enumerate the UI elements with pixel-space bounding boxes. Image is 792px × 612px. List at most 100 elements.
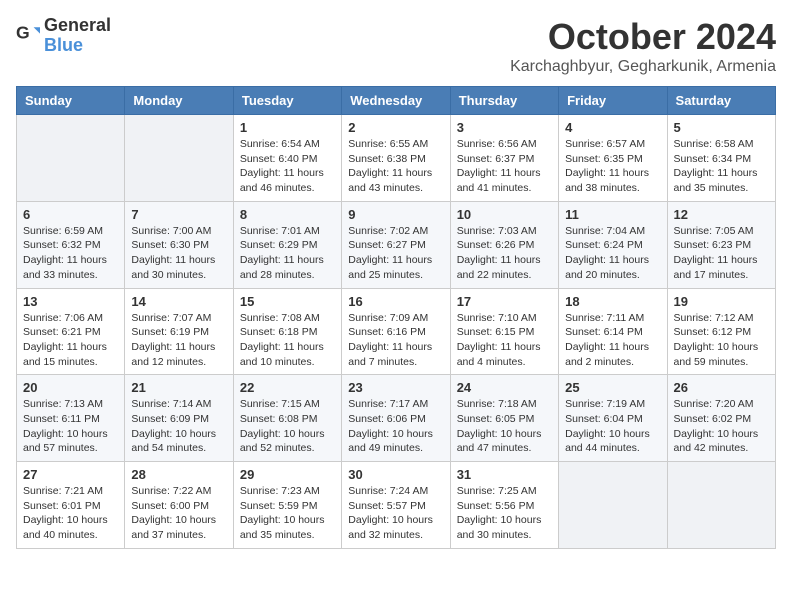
- day-number: 11: [565, 207, 660, 222]
- logo: G General Blue: [16, 16, 111, 56]
- day-info: Sunrise: 6:54 AM Sunset: 6:40 PM Dayligh…: [240, 137, 335, 196]
- calendar-cell: 9 Sunrise: 7:02 AM Sunset: 6:27 PM Daylig…: [342, 201, 450, 288]
- calendar-cell: 27Sunrise: 7:21 AM Sunset: 6:01 PM Dayli…: [17, 462, 125, 549]
- calendar-cell: 21 Sunrise: 7:14 AM Sunset: 6:09 PM Dayli…: [125, 375, 233, 462]
- weekday-header: Wednesday: [342, 87, 450, 115]
- day-info: Sunrise: 7:02 AM Sunset: 6:27 PM Dayligh…: [348, 224, 443, 283]
- day-number: 13: [23, 294, 118, 309]
- day-number: 2: [348, 120, 443, 135]
- day-number: 16: [348, 294, 443, 309]
- day-number: 25: [565, 380, 660, 395]
- calendar-cell: 29 Sunrise: 7:23 AM Sunset: 5:59 PM Dayli…: [233, 462, 341, 549]
- day-info: Sunrise: 7:23 AM Sunset: 5:59 PM Dayligh…: [240, 484, 335, 543]
- calendar-cell: 11 Sunrise: 7:04 AM Sunset: 6:24 PM Dayli…: [559, 201, 667, 288]
- day-number: 24: [457, 380, 552, 395]
- calendar-cell: 16Sunrise: 7:09 AM Sunset: 6:16 PM Dayli…: [342, 288, 450, 375]
- day-number: 22: [240, 380, 335, 395]
- calendar-cell: 6Sunrise: 6:59 AM Sunset: 6:32 PM Daylig…: [17, 201, 125, 288]
- location-title: Karchaghbyur, Gegharkunik, Armenia: [510, 58, 776, 76]
- day-number: 31: [457, 467, 552, 482]
- day-info: Sunrise: 7:22 AM Sunset: 6:00 PM Dayligh…: [131, 484, 226, 543]
- calendar-cell: 15 Sunrise: 7:08 AM Sunset: 6:18 PM Dayli…: [233, 288, 341, 375]
- page-header: G General Blue October 2024 Karchaghbyur…: [16, 16, 776, 76]
- calendar-week-row: 1 Sunrise: 6:54 AM Sunset: 6:40 PM Daylig…: [17, 115, 776, 202]
- day-info: Sunrise: 7:08 AM Sunset: 6:18 PM Dayligh…: [240, 311, 335, 370]
- day-info: Sunrise: 7:05 AM Sunset: 6:23 PM Dayligh…: [674, 224, 769, 283]
- weekday-header: Monday: [125, 87, 233, 115]
- day-number: 18: [565, 294, 660, 309]
- day-number: 8: [240, 207, 335, 222]
- calendar-cell: 5Sunrise: 6:58 AM Sunset: 6:34 PM Daylig…: [667, 115, 775, 202]
- calendar-cell: 12 Sunrise: 7:05 AM Sunset: 6:23 PM Dayli…: [667, 201, 775, 288]
- calendar-week-row: 20Sunrise: 7:13 AM Sunset: 6:11 PM Dayli…: [17, 375, 776, 462]
- day-info: Sunrise: 7:25 AM Sunset: 5:56 PM Dayligh…: [457, 484, 552, 543]
- calendar-cell: 4 Sunrise: 6:57 AM Sunset: 6:35 PM Daylig…: [559, 115, 667, 202]
- calendar-header-row: SundayMondayTuesdayWednesdayThursdayFrid…: [17, 87, 776, 115]
- day-info: Sunrise: 6:55 AM Sunset: 6:38 PM Dayligh…: [348, 137, 443, 196]
- calendar-cell: 26Sunrise: 7:20 AM Sunset: 6:02 PM Dayli…: [667, 375, 775, 462]
- day-info: Sunrise: 6:59 AM Sunset: 6:32 PM Dayligh…: [23, 224, 118, 283]
- day-info: Sunrise: 7:10 AM Sunset: 6:15 PM Dayligh…: [457, 311, 552, 370]
- day-number: 4: [565, 120, 660, 135]
- calendar-cell: 30Sunrise: 7:24 AM Sunset: 5:57 PM Dayli…: [342, 462, 450, 549]
- calendar-cell: 19 Sunrise: 7:12 AM Sunset: 6:12 PM Dayli…: [667, 288, 775, 375]
- calendar-cell: 13 Sunrise: 7:06 AM Sunset: 6:21 PM Dayli…: [17, 288, 125, 375]
- calendar-cell: [17, 115, 125, 202]
- calendar-cell: 14Sunrise: 7:07 AM Sunset: 6:19 PM Dayli…: [125, 288, 233, 375]
- calendar-cell: 17 Sunrise: 7:10 AM Sunset: 6:15 PM Dayli…: [450, 288, 558, 375]
- day-info: Sunrise: 7:11 AM Sunset: 6:14 PM Dayligh…: [565, 311, 660, 370]
- calendar-cell: 20Sunrise: 7:13 AM Sunset: 6:11 PM Dayli…: [17, 375, 125, 462]
- day-info: Sunrise: 6:57 AM Sunset: 6:35 PM Dayligh…: [565, 137, 660, 196]
- day-number: 20: [23, 380, 118, 395]
- day-number: 3: [457, 120, 552, 135]
- calendar-cell: 22 Sunrise: 7:15 AM Sunset: 6:08 PM Dayli…: [233, 375, 341, 462]
- day-number: 12: [674, 207, 769, 222]
- day-info: Sunrise: 7:01 AM Sunset: 6:29 PM Dayligh…: [240, 224, 335, 283]
- day-number: 21: [131, 380, 226, 395]
- logo-icon: G: [16, 24, 40, 48]
- calendar-cell: [125, 115, 233, 202]
- calendar-cell: 24 Sunrise: 7:18 AM Sunset: 6:05 PM Dayli…: [450, 375, 558, 462]
- calendar-cell: 1 Sunrise: 6:54 AM Sunset: 6:40 PM Daylig…: [233, 115, 341, 202]
- calendar-week-row: 6Sunrise: 6:59 AM Sunset: 6:32 PM Daylig…: [17, 201, 776, 288]
- calendar-cell: 23 Sunrise: 7:17 AM Sunset: 6:06 PM Dayli…: [342, 375, 450, 462]
- day-info: Sunrise: 7:03 AM Sunset: 6:26 PM Dayligh…: [457, 224, 552, 283]
- day-info: Sunrise: 7:14 AM Sunset: 6:09 PM Dayligh…: [131, 397, 226, 456]
- day-info: Sunrise: 7:19 AM Sunset: 6:04 PM Dayligh…: [565, 397, 660, 456]
- day-info: Sunrise: 6:56 AM Sunset: 6:37 PM Dayligh…: [457, 137, 552, 196]
- title-area: October 2024 Karchaghbyur, Gegharkunik, …: [510, 16, 776, 76]
- day-info: Sunrise: 7:04 AM Sunset: 6:24 PM Dayligh…: [565, 224, 660, 283]
- day-number: 23: [348, 380, 443, 395]
- day-info: Sunrise: 7:00 AM Sunset: 6:30 PM Dayligh…: [131, 224, 226, 283]
- day-info: Sunrise: 7:15 AM Sunset: 6:08 PM Dayligh…: [240, 397, 335, 456]
- weekday-header: Sunday: [17, 87, 125, 115]
- logo-general: General: [44, 15, 111, 35]
- calendar-cell: 10Sunrise: 7:03 AM Sunset: 6:26 PM Dayli…: [450, 201, 558, 288]
- logo-blue: Blue: [44, 35, 83, 55]
- day-info: Sunrise: 7:06 AM Sunset: 6:21 PM Dayligh…: [23, 311, 118, 370]
- day-info: Sunrise: 7:24 AM Sunset: 5:57 PM Dayligh…: [348, 484, 443, 543]
- day-info: Sunrise: 7:12 AM Sunset: 6:12 PM Dayligh…: [674, 311, 769, 370]
- day-number: 15: [240, 294, 335, 309]
- day-number: 17: [457, 294, 552, 309]
- calendar-cell: 18 Sunrise: 7:11 AM Sunset: 6:14 PM Dayli…: [559, 288, 667, 375]
- day-number: 9: [348, 207, 443, 222]
- day-number: 28: [131, 467, 226, 482]
- calendar-table: SundayMondayTuesdayWednesdayThursdayFrid…: [16, 86, 776, 549]
- day-number: 29: [240, 467, 335, 482]
- calendar-cell: [667, 462, 775, 549]
- calendar-cell: 31 Sunrise: 7:25 AM Sunset: 5:56 PM Dayli…: [450, 462, 558, 549]
- calendar-cell: 2 Sunrise: 6:55 AM Sunset: 6:38 PM Daylig…: [342, 115, 450, 202]
- weekday-header: Saturday: [667, 87, 775, 115]
- day-number: 5: [674, 120, 769, 135]
- day-info: Sunrise: 7:17 AM Sunset: 6:06 PM Dayligh…: [348, 397, 443, 456]
- day-number: 26: [674, 380, 769, 395]
- calendar-cell: 8 Sunrise: 7:01 AM Sunset: 6:29 PM Daylig…: [233, 201, 341, 288]
- day-info: Sunrise: 7:18 AM Sunset: 6:05 PM Dayligh…: [457, 397, 552, 456]
- day-number: 1: [240, 120, 335, 135]
- calendar-week-row: 13 Sunrise: 7:06 AM Sunset: 6:21 PM Dayli…: [17, 288, 776, 375]
- calendar-week-row: 27Sunrise: 7:21 AM Sunset: 6:01 PM Dayli…: [17, 462, 776, 549]
- svg-text:G: G: [16, 24, 30, 42]
- day-number: 19: [674, 294, 769, 309]
- weekday-header: Thursday: [450, 87, 558, 115]
